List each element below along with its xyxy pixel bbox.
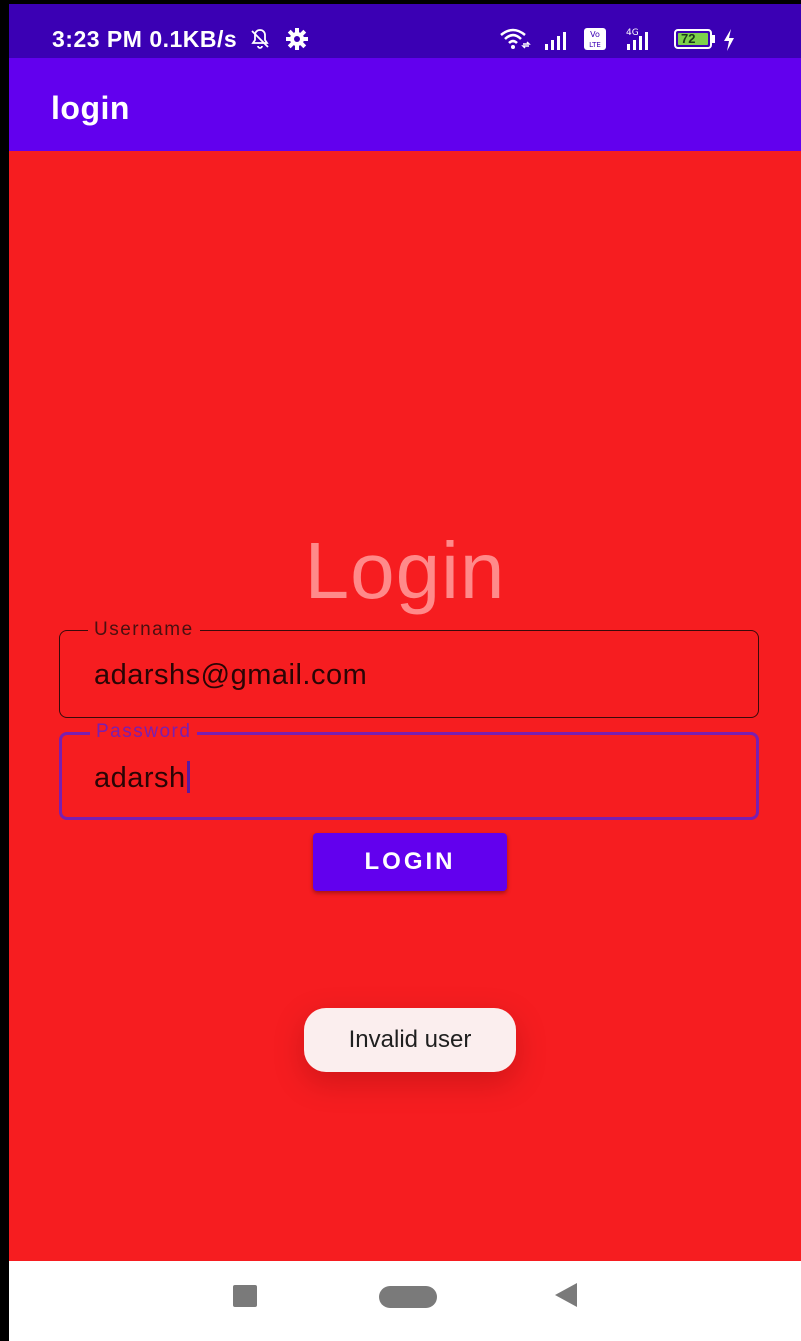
4g-signal-icon: 4G	[626, 28, 648, 50]
login-button[interactable]: LOGIN	[313, 833, 507, 891]
signal-icon	[545, 32, 566, 50]
username-input[interactable]: adarshs@gmail.com	[94, 659, 367, 692]
wifi-icon	[500, 28, 531, 49]
password-input-wrapper[interactable]: adarsh	[94, 761, 190, 795]
toast-message: Invalid user	[304, 1008, 516, 1072]
password-input[interactable]: adarsh	[94, 762, 186, 794]
username-field[interactable]: Username adarshs@gmail.com	[59, 620, 759, 718]
status-time: 3:23 PM 0.1KB/s	[52, 26, 309, 53]
text-cursor	[186, 761, 190, 793]
svg-text:LTE: LTE	[589, 41, 601, 49]
recents-icon[interactable]	[233, 1285, 257, 1307]
app-bar: login	[9, 58, 801, 151]
username-label: Username	[88, 620, 200, 640]
app-bar-title: login	[51, 90, 130, 126]
battery-level-text: 72	[681, 31, 696, 46]
settings-gear-icon	[285, 28, 308, 50]
back-icon[interactable]	[555, 1283, 577, 1307]
app-screen: 3:23 PM 0.1KB/s Vo LTE 4G 72 login Login…	[9, 4, 801, 1341]
status-icons: Vo LTE 4G 72	[499, 24, 769, 54]
status-time-text: 3:23 PM 0.1KB/s	[52, 26, 238, 52]
notification-off-icon	[251, 29, 269, 49]
login-heading: Login	[304, 526, 506, 615]
password-label: Password	[90, 722, 198, 742]
password-field[interactable]: Password adarsh	[59, 722, 759, 820]
charging-icon	[724, 29, 734, 51]
svg-text:4G: 4G	[626, 28, 639, 38]
status-bar: 3:23 PM 0.1KB/s Vo LTE 4G 72	[9, 4, 801, 58]
volte-icon: Vo LTE	[584, 28, 606, 50]
home-icon[interactable]	[379, 1286, 437, 1308]
navigation-bar	[9, 1261, 801, 1341]
svg-text:Vo: Vo	[590, 30, 600, 39]
